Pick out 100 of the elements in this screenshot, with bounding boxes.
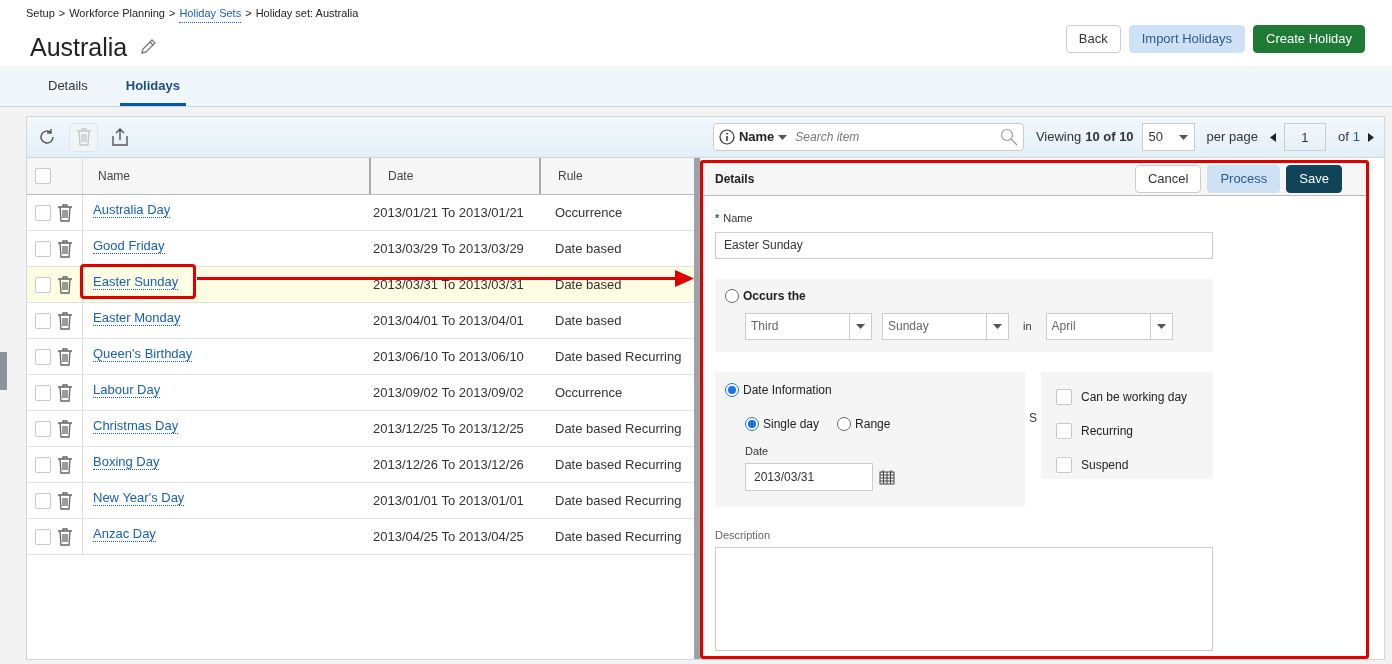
date-cell-text: 2013/09/02 To 2013/09/02 [372,383,525,402]
primary-button[interactable]: Create Holiday [1253,25,1365,53]
holiday-link[interactable]: Anzac Day [93,526,156,542]
trash-icon[interactable] [57,491,73,510]
column-header[interactable]: Rule [541,158,694,194]
search-field[interactable]: Name Search item [712,123,1024,151]
table-row[interactable]: Easter Monday 2013/04/01 To 2013/04/01 Date based [27,303,694,339]
checkbox[interactable] [35,276,51,293]
field-label: Name [723,211,753,226]
description-input[interactable] [715,547,1213,651]
rule-cell-text: Occurrence [554,203,624,222]
search-input[interactable]: Search item [795,128,996,146]
default-button[interactable]: Cancel [1134,165,1202,193]
required-mark: * [715,211,720,226]
table-row[interactable]: Good Friday 2013/03/29 To 2013/03/29 Date based [27,231,694,267]
checkbox[interactable] [35,348,51,365]
search-icon[interactable] [999,128,1018,146]
panel-title: Details [715,171,755,188]
trash-icon[interactable] [57,203,73,222]
previous-icon[interactable] [1269,132,1276,142]
rule-cell-text: Date based Recurring [554,527,683,546]
table-row[interactable]: New Year's Day 2013/01/01 To 2013/01/01 Date based Recurring [27,483,694,519]
name-input[interactable]: Easter Sunday [715,231,1213,259]
dropdown[interactable]: Third [745,312,872,340]
collapse-handle[interactable] [0,352,7,390]
checkbox[interactable] [35,240,51,257]
table-row[interactable]: Easter Sunday 2013/03/31 To 2013/03/31 Date based [27,267,694,303]
table-row[interactable]: Anzac Day 2013/04/25 To 2013/04/25 Date based Recurring [27,519,694,555]
holiday-link[interactable]: Christmas Day [93,418,179,434]
checkbox[interactable] [1056,388,1072,405]
checkbox[interactable] [35,420,51,437]
trash-icon[interactable] [57,275,73,294]
holiday-link[interactable]: Easter Monday [93,310,181,326]
trash-icon[interactable] [57,239,73,258]
refresh-icon[interactable] [37,127,57,147]
page-size-select[interactable]: 50 [1141,123,1195,151]
of-label: of [1337,128,1349,147]
dropdown[interactable]: April [1045,312,1173,340]
pencil-icon[interactable] [139,38,158,57]
radio-label[interactable]: Occurs the [743,286,806,305]
radio-label[interactable]: Date Information [743,380,832,399]
table-row[interactable]: Labour Day 2013/09/02 To 2013/09/02 Occurrence [27,375,694,411]
date-cell-text: 2013/06/10 To 2013/06/10 [372,347,525,366]
caret-icon [856,323,865,329]
dropdown[interactable]: Sunday [882,312,1009,340]
tab[interactable]: Details [42,66,94,106]
checkbox[interactable] [35,456,51,473]
table-row[interactable]: Boxing Day 2013/12/26 To 2013/12/26 Date based Recurring [27,447,694,483]
default-button[interactable]: Back [1065,25,1121,53]
date-cell-text: 2013/04/01 To 2013/04/01 [372,311,525,330]
select-all-checkbox[interactable] [35,168,51,184]
trash-icon[interactable] [57,455,73,474]
next-icon[interactable] [1368,132,1374,142]
radio-button[interactable] [837,416,852,431]
breadcrumb-link[interactable]: Holiday Sets [179,5,242,23]
in-label: in [1022,318,1033,334]
secondary-button[interactable]: Process [1207,165,1281,193]
trash-icon[interactable] [57,527,73,546]
checkbox-label[interactable]: Recurring [1081,421,1134,440]
calendar-icon[interactable] [879,469,895,485]
trash-icon[interactable] [57,311,73,330]
checkbox[interactable] [35,528,51,545]
breadcrumb-item: Setup [26,6,55,21]
search-field-label[interactable]: Name [738,127,775,147]
checkbox[interactable] [35,204,51,221]
page-input[interactable]: 1 [1283,123,1326,151]
date-cell-text: 2013/12/25 To 2013/12/25 [372,419,525,438]
rule-cell-text: Occurrence [554,383,624,402]
holiday-link[interactable]: New Year's Day [93,490,185,506]
checkbox[interactable] [35,312,51,329]
breadcrumb-item: Holiday set: Australia [255,6,359,21]
dark-button[interactable]: Save [1286,165,1342,193]
radio-button[interactable] [725,288,739,303]
trash-icon[interactable] [57,419,73,438]
date-cell-text: 2013/12/26 To 2013/12/26 [372,455,525,474]
checkbox[interactable] [35,492,51,509]
checkbox[interactable] [1056,456,1072,473]
table-row[interactable]: Christmas Day 2013/12/25 To 2013/12/25 Date based Recurring [27,411,694,447]
checkbox[interactable] [35,384,51,401]
table-row[interactable]: Australia Day 2013/01/21 To 2013/01/21 Occurrence [27,195,694,231]
date-input[interactable]: 2013/03/31 [745,463,873,491]
holiday-link[interactable]: Boxing Day [93,454,160,470]
trash-icon[interactable] [57,347,73,366]
secondary-button[interactable]: Import Holidays [1128,25,1245,53]
table-row[interactable]: Queen's Birthday 2013/06/10 To 2013/06/10 Date based Recurring [27,339,694,375]
trash-icon[interactable] [57,383,73,402]
export-icon[interactable] [110,127,130,147]
holiday-link[interactable]: Labour Day [93,382,161,398]
holiday-link[interactable]: Good Friday [93,238,165,254]
holiday-link[interactable]: Australia Day [93,202,171,218]
holiday-link[interactable]: Easter Sunday [93,274,179,290]
radio-label[interactable]: Range [855,414,891,433]
rule-cell-text: Date based Recurring [554,455,683,474]
checkbox-label[interactable]: Can be working day [1081,387,1188,406]
holiday-link[interactable]: Queen's Birthday [93,346,193,362]
checkbox-label[interactable]: Suspend [1081,455,1129,474]
radio-button[interactable] [725,382,739,397]
checkbox[interactable] [1056,422,1072,439]
radio-label[interactable]: Single day [763,414,820,433]
radio-button[interactable] [745,416,759,431]
